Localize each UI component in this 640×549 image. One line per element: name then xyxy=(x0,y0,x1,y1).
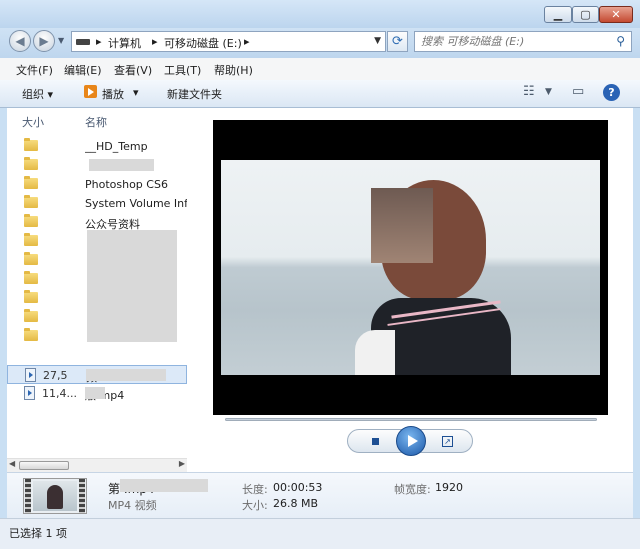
breadcrumb-computer[interactable]: 计算机 xyxy=(108,35,141,51)
fullscreen-icon[interactable]: ↗ xyxy=(442,436,453,447)
search-box: ⚲ xyxy=(414,31,632,52)
column-name[interactable]: 名称 xyxy=(85,114,107,130)
breadcrumb-separator-icon[interactable]: ▸ xyxy=(152,35,158,48)
list-item[interactable]: System Volume Information xyxy=(7,194,187,213)
video-subject xyxy=(355,180,511,375)
breadcrumb-separator-icon[interactable]: ▸ xyxy=(96,35,102,48)
length-label: 长度: xyxy=(242,483,268,496)
list-item-selected[interactable]: 27,5 频.m xyxy=(7,365,187,384)
minimize-button[interactable]: ▁ xyxy=(544,6,572,23)
folder-icon xyxy=(24,252,38,265)
details-filetype: MP4 视频 xyxy=(108,499,157,512)
column-size[interactable]: 大小 xyxy=(22,114,44,130)
redacted-text xyxy=(86,369,166,381)
drive-icon xyxy=(76,39,90,45)
play-dropdown-icon[interactable]: ▾ xyxy=(133,86,139,99)
folder-icon xyxy=(24,328,38,341)
video-file-icon xyxy=(24,386,35,400)
video-preview[interactable] xyxy=(213,120,608,415)
details-pane: 第 .mp4 MP4 视频 长度: 00:00:53 大小: 26.8 MB 帧… xyxy=(7,472,633,519)
breadcrumb-separator-icon[interactable]: ▸ xyxy=(244,35,250,48)
redacted-text xyxy=(89,159,154,171)
address-row: ◀ ▶ ▼ ▸ 计算机 ▸ 可移动磁盘 (E:) ▸ ▼ ⟳ ⚲ xyxy=(0,28,640,58)
forward-button[interactable]: ▶ xyxy=(33,30,55,52)
folder-icon xyxy=(24,290,38,303)
search-input[interactable] xyxy=(421,34,601,48)
frame-width-label: 帧宽度: xyxy=(394,483,431,496)
folder-icon xyxy=(24,157,38,170)
address-dropdown-icon[interactable]: ▼ xyxy=(374,36,381,46)
size-label: 大小: xyxy=(242,499,268,512)
size-value: 26.8 MB xyxy=(273,497,319,510)
scroll-right-icon[interactable]: ▶ xyxy=(179,459,185,468)
menu-file[interactable]: 文件(F) xyxy=(16,62,53,78)
view-dropdown-icon[interactable]: ▼ xyxy=(545,87,552,97)
preview-pane: ↗ xyxy=(187,108,633,472)
menu-help[interactable]: 帮助(H) xyxy=(214,62,253,78)
folder-icon xyxy=(24,214,38,227)
folder-icon xyxy=(24,309,38,322)
menu-bar: 文件(F) 编辑(E) 查看(V) 工具(T) 帮助(H) xyxy=(0,58,640,81)
video-file-icon xyxy=(25,368,36,382)
frame-width-value: 1920 xyxy=(435,481,463,494)
refresh-button[interactable]: ⟳ xyxy=(387,31,408,52)
scrollbar-thumb[interactable] xyxy=(19,461,69,470)
stop-icon[interactable] xyxy=(372,438,379,445)
status-bar: 已选择 1 项 xyxy=(0,518,640,549)
recent-pages-icon[interactable]: ▼ xyxy=(58,36,64,45)
file-thumbnail xyxy=(23,478,87,514)
list-item[interactable] xyxy=(7,156,187,175)
folder-icon xyxy=(24,195,38,208)
folder-icon xyxy=(24,138,38,151)
preview-pane-icon[interactable]: ▭ xyxy=(572,84,584,99)
breadcrumb-drive[interactable]: 可移动磁盘 (E:) xyxy=(164,35,242,51)
view-options-icon[interactable]: ☷ xyxy=(523,84,535,99)
maximize-button[interactable]: ▢ xyxy=(572,6,599,23)
forward-arrow-icon: ▶ xyxy=(39,34,49,48)
minimize-icon: ▁ xyxy=(553,8,563,21)
seek-bar[interactable] xyxy=(225,418,597,421)
horizontal-scrollbar[interactable]: ◀ ▶ xyxy=(7,458,187,473)
close-button[interactable]: ✕ xyxy=(599,6,633,23)
folder-icon xyxy=(24,233,38,246)
menu-tools[interactable]: 工具(T) xyxy=(164,62,201,78)
help-icon[interactable]: ? xyxy=(603,84,620,101)
folder-icon xyxy=(24,176,38,189)
play-button[interactable]: 播放 xyxy=(102,86,124,102)
video-frame xyxy=(221,160,600,375)
search-icon[interactable]: ⚲ xyxy=(616,34,625,48)
refresh-icon: ⟳ xyxy=(392,34,403,49)
back-arrow-icon: ◀ xyxy=(15,34,25,48)
explorer-window: ▁ ▢ ✕ ◀ ▶ ▼ ▸ 计算机 ▸ 可移动磁盘 (E:) ▸ ▼ ⟳ ⚲ 文… xyxy=(0,0,640,549)
file-list: 大小 名称 __HD_Temp Photoshop CS6 System Vol… xyxy=(7,108,187,472)
title-bar: ▁ ▢ ✕ xyxy=(0,0,640,28)
status-text: 已选择 1 项 xyxy=(9,527,67,540)
organize-button[interactable]: 组织 ▾ xyxy=(22,86,53,102)
length-value: 00:00:53 xyxy=(273,481,323,494)
menu-view[interactable]: 查看(V) xyxy=(114,62,152,78)
scroll-left-icon[interactable]: ◀ xyxy=(9,459,15,468)
player-controls: ↗ xyxy=(347,426,473,456)
back-button[interactable]: ◀ xyxy=(9,30,31,52)
play-icon[interactable] xyxy=(396,426,426,456)
close-icon: ✕ xyxy=(611,8,621,21)
list-item[interactable]: __HD_Temp xyxy=(7,137,187,156)
address-bar[interactable]: ▸ 计算机 ▸ 可移动磁盘 (E:) ▸ ▼ xyxy=(71,31,386,52)
menu-edit[interactable]: 编辑(E) xyxy=(64,62,102,78)
redacted-text xyxy=(120,479,208,492)
list-item[interactable]: Photoshop CS6 xyxy=(7,175,187,194)
new-folder-button[interactable]: 新建文件夹 xyxy=(167,86,222,102)
list-item[interactable]: 11,4... 版.mp4 xyxy=(7,384,187,403)
redacted-text xyxy=(85,387,105,399)
folder-icon xyxy=(24,271,38,284)
play-icon[interactable] xyxy=(84,85,97,98)
maximize-icon: ▢ xyxy=(580,8,591,21)
command-bar: 组织 ▾ 播放 ▾ 新建文件夹 ☷ ▼ ▭ ? xyxy=(0,80,640,108)
redacted-text xyxy=(87,230,177,342)
